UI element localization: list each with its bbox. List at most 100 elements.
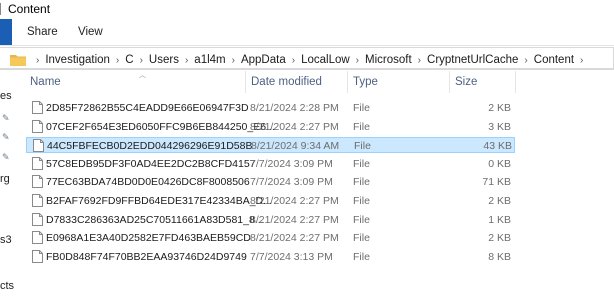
nav-item-fragment[interactable]: s3 <box>0 234 12 246</box>
file-icon <box>32 156 43 170</box>
column-divider[interactable] <box>515 71 516 93</box>
file-icon <box>32 212 43 226</box>
chevron-right-icon[interactable]: › <box>232 55 235 66</box>
file-type: File <box>353 195 370 207</box>
file-name: 44C5FBFECB0D2EDD044296296E91D58B <box>47 140 253 153</box>
file-icon <box>32 231 43 245</box>
nav-item-fragment[interactable]: es <box>0 90 12 102</box>
file-icon <box>32 175 43 189</box>
column-divider[interactable] <box>449 71 450 93</box>
file-tab[interactable] <box>0 19 12 45</box>
file-name: D7833C286363AD25C70511661A83D581_8... <box>46 213 264 226</box>
file-type: File <box>353 157 370 170</box>
column-divider[interactable] <box>347 71 348 93</box>
breadcrumb-item[interactable]: Investigation <box>45 54 110 66</box>
tab-share[interactable]: Share <box>27 26 58 38</box>
file-row[interactable]: E0968A1E3A40D2582E7FD463BAEB59CD 8/21/202… <box>26 230 515 246</box>
chevron-right-icon[interactable]: › <box>418 55 421 66</box>
file-size: 8 KB <box>488 250 511 263</box>
file-icon <box>32 101 43 114</box>
file-name: 07CEF2F654E3ED6050FFC9B6EB844250_E6... <box>46 120 275 133</box>
file-size: 3 KB <box>488 120 511 133</box>
title-bar: Content <box>0 0 614 19</box>
breadcrumb-item[interactable]: C <box>125 54 133 66</box>
column-header-type[interactable]: Type <box>353 76 378 88</box>
nav-item-fragment[interactable]: cts <box>0 280 14 292</box>
pin-icon: ✎ <box>2 113 10 123</box>
chevron-right-icon[interactable]: › <box>356 55 359 66</box>
file-date: 8/21/2024 2:27 PM <box>250 232 339 245</box>
breadcrumb-item[interactable]: LocalLow <box>301 54 350 66</box>
address-box[interactable]: › Investigation › C › Users › a1l4m › AppData › Loc… <box>0 47 614 69</box>
file-date: 8/21/2024 2:27 PM <box>250 213 339 226</box>
file-type: File <box>353 120 370 133</box>
breadcrumb-item[interactable]: Microsoft <box>365 54 412 66</box>
file-icon <box>33 139 44 153</box>
file-row[interactable]: FB0D848F74F70BB2EAA93746D24D9749 7/7/2024… <box>26 249 515 265</box>
file-name: E0968A1E3A40D2582E7FD463BAEB59CD <box>46 232 251 245</box>
file-size: 1 KB <box>488 213 511 226</box>
breadcrumb-item[interactable]: a1l4m <box>194 54 225 66</box>
file-icon <box>32 249 43 263</box>
chevron-right-icon[interactable]: › <box>524 55 527 66</box>
sort-up-icon: ︿ <box>139 72 146 79</box>
file-date: 8/21/2024 2:28 PM <box>250 102 339 114</box>
file-icon <box>32 194 43 207</box>
tab-view[interactable]: View <box>78 26 103 38</box>
file-date: 8/21/2024 9:34 AM <box>251 140 340 153</box>
file-name: 57C8EDB95DF3F0AD4EE2DC2B8CFD4157 <box>46 157 256 170</box>
breadcrumb-item[interactable]: CryptnetUrlCache <box>427 54 518 66</box>
pin-icon: ✎ <box>2 152 10 162</box>
file-name: 77EC63BDA74BD0D0E0426DC8F8008506 <box>46 176 250 189</box>
file-name: 2D85F72862B55C4EADD9E66E06947F3D <box>46 102 249 114</box>
file-row[interactable]: B2FAF7692FD9FFBD64EDE317E42334BA_D... 8/2… <box>26 193 515 209</box>
file-type: File <box>353 250 370 263</box>
chevron-right-icon[interactable]: › <box>36 55 39 66</box>
file-name: FB0D848F74F70BB2EAA93746D24D9749 <box>46 250 247 263</box>
breadcrumb-item[interactable]: Content <box>534 54 574 66</box>
file-name: B2FAF7692FD9FFBD64EDE317E42334BA_D... <box>46 195 272 207</box>
folder-icon <box>10 55 26 66</box>
file-size: 0 KB <box>488 157 511 170</box>
file-date: 7/7/2024 3:09 PM <box>250 157 333 170</box>
breadcrumb-item[interactable]: Users <box>149 54 179 66</box>
chevron-right-icon[interactable]: › <box>116 55 119 66</box>
file-row[interactable]: 07CEF2F654E3ED6050FFC9B6EB844250_E6... 8/… <box>26 119 515 135</box>
file-type: File <box>354 140 371 153</box>
chevron-right-icon[interactable]: › <box>140 55 143 66</box>
file-icon <box>32 119 43 133</box>
file-row[interactable]: 44C5FBFECB0D2EDD044296296E91D58B 8/21/202… <box>26 137 515 154</box>
file-type: File <box>353 232 370 245</box>
breadcrumb-item[interactable]: AppData <box>241 54 286 66</box>
chevron-right-icon[interactable]: › <box>185 55 188 66</box>
nav-item-fragment[interactable]: rg <box>0 173 10 185</box>
file-row[interactable]: 77EC63BDA74BD0D0E0426DC8F8008506 7/7/2024… <box>26 174 515 190</box>
chevron-right-icon[interactable]: › <box>292 55 295 66</box>
window-title: Content <box>8 2 51 16</box>
file-type: File <box>353 102 370 114</box>
file-row[interactable]: 57C8EDB95DF3F0AD4EE2DC2B8CFD4157 7/7/2024… <box>26 156 515 172</box>
column-header-name[interactable]: Name <box>30 76 61 88</box>
file-size: 71 KB <box>482 176 511 189</box>
file-row[interactable]: 2D85F72862B55C4EADD9E66E06947F3D 8/21/202… <box>26 100 515 116</box>
file-size: 2 KB <box>488 102 511 114</box>
file-date: 7/7/2024 3:13 PM <box>250 250 333 263</box>
pin-icon: ✎ <box>2 132 10 142</box>
file-date: 8/21/2024 2:27 PM <box>250 195 339 207</box>
chevron-right-icon[interactable]: › <box>580 55 583 66</box>
file-date: 8/21/2024 2:27 PM <box>250 120 339 133</box>
ribbon-tabs: Share View <box>0 19 614 45</box>
column-divider[interactable] <box>245 71 246 93</box>
file-size: 43 KB <box>483 140 512 153</box>
file-type: File <box>353 176 370 189</box>
file-size: 2 KB <box>488 195 511 207</box>
address-bar: › Investigation › C › Users › a1l4m › AppData › Loc… <box>0 45 614 70</box>
column-header-date[interactable]: Date modified <box>251 76 322 88</box>
file-row[interactable]: D7833C286363AD25C70511661A83D581_8... 8/2… <box>26 212 515 228</box>
title-separator <box>0 3 1 15</box>
breadcrumb: › Investigation › C › Users › a1l4m › AppData › Loc… <box>30 53 589 67</box>
file-date: 7/7/2024 3:09 PM <box>250 176 333 189</box>
file-type: File <box>353 213 370 226</box>
column-header-size[interactable]: Size <box>455 76 477 88</box>
file-size: 2 KB <box>488 232 511 245</box>
